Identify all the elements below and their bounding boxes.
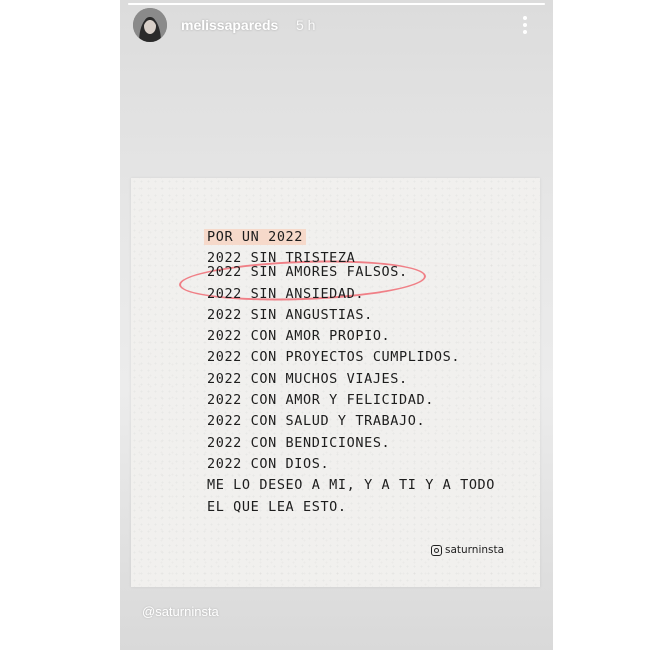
post-line: 2022 SIN ANGUSTIAS. [207, 306, 373, 323]
post-line: 2022 CON DIOS. [207, 455, 330, 472]
post-line: 2022 CON MUCHOS VIAJES. [207, 370, 408, 387]
post-line: 2022 CON BENDICIONES. [207, 434, 391, 451]
story-progress-bar [128, 3, 545, 5]
post-line: 2022 CON AMOR PROPIO. [207, 328, 391, 345]
username[interactable]: melissapareds [181, 17, 278, 33]
post-line: ME LO DESEO A MI, Y A TI Y A TODO [207, 477, 496, 494]
post-line: 2022 SIN ANSIEDAD. [207, 285, 365, 302]
vertical-ellipsis-icon[interactable] [517, 12, 533, 38]
story-time: 5 h [296, 17, 316, 33]
story-progress-fill [128, 3, 545, 5]
post-line: 2022 CON PROYECTOS CUMPLIDOS. [207, 349, 461, 366]
post-title-line: POR UN 2022 [204, 227, 495, 248]
post-handle-text: saturninsta [445, 544, 505, 556]
story-header: melissapareds 5 h [132, 8, 541, 44]
story-viewer[interactable]: melissapareds 5 h POR UN 2022 2022 SIN T… [120, 0, 553, 650]
post-line: 2022 CON AMOR Y FELICIDAD. [207, 392, 434, 409]
post-line: EL QUE LEA ESTO. [207, 498, 347, 515]
post-line: 2022 CON SALUD Y TRABAJO. [207, 413, 426, 430]
instagram-icon [431, 544, 442, 556]
post-handle: saturninsta [431, 544, 504, 556]
post-line: 2022 SIN TRISTEZA [207, 250, 356, 263]
avatar[interactable] [133, 8, 167, 42]
story-post-image: POR UN 2022 2022 SIN TRISTEZA 2022 SIN A… [131, 178, 540, 587]
post-text-lines: POR UN 2022 2022 SIN TRISTEZA 2022 SIN A… [204, 227, 496, 518]
mention-sticker[interactable]: @saturninsta [142, 604, 219, 619]
post-line-circled: 2022 SIN AMORES FALSOS. [207, 264, 408, 281]
